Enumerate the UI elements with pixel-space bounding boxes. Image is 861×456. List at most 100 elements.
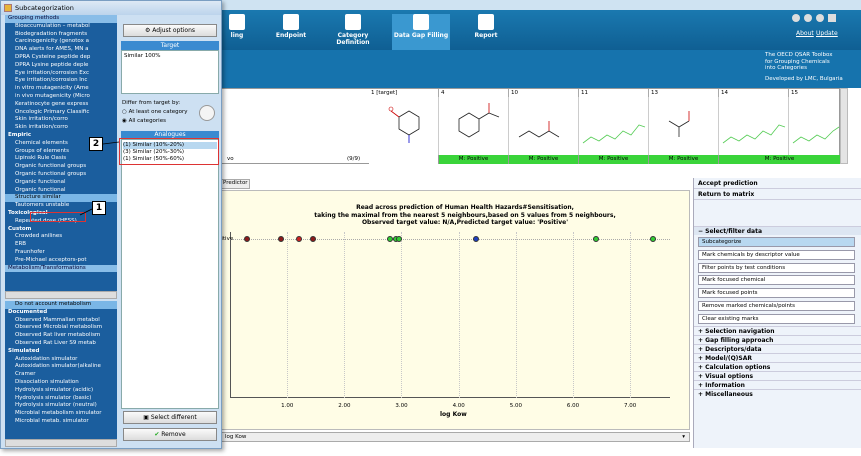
help-icon[interactable]	[792, 14, 800, 22]
analogue-item[interactable]: (1) Similar (10%-20%)	[123, 142, 217, 149]
toolbar-report-button[interactable]: Report	[466, 14, 506, 50]
data-point[interactable]	[395, 236, 402, 242]
matrix-header-target[interactable]: 1 [target]	[369, 89, 439, 97]
structure-cell-4[interactable]	[439, 97, 509, 155]
tree-item[interactable]: Organic functional	[5, 179, 117, 187]
tree-item[interactable]: Simulated	[5, 348, 117, 356]
update-link[interactable]: Update	[816, 30, 838, 37]
return-to-matrix-link[interactable]: Return to matrix	[694, 189, 861, 200]
tree-item[interactable]: Observed Rat liver metabolism	[5, 332, 117, 340]
radio-all-categories[interactable]: ◉ All categories	[122, 118, 166, 124]
prediction-cell[interactable]: M: Positive	[649, 155, 719, 164]
tree-item[interactable]: Metabolism/Transformations	[5, 264, 117, 273]
tree-item[interactable]: DPRA Cysteine peptide dep	[5, 54, 117, 62]
matrix-header-15[interactable]: 15	[789, 89, 841, 97]
data-point[interactable]	[649, 236, 656, 242]
tree2-horizontal-scrollbar[interactable]	[5, 439, 117, 447]
tree-item[interactable]: Cramer	[5, 371, 117, 379]
toolbar-data-gap-filling-button[interactable]: Data Gap Filling	[392, 14, 450, 50]
tree-item[interactable]: Hydrolysis simulator (acidic)	[5, 387, 117, 395]
tab-predictor[interactable]: Predictor	[220, 179, 250, 189]
tree-item[interactable]: ERB	[5, 241, 117, 249]
apply-icon[interactable]	[199, 105, 215, 121]
tree-item[interactable]: Keratinocyte gene express	[5, 101, 117, 109]
wrench-icon[interactable]	[827, 14, 836, 22]
tree-item[interactable]: Documented	[5, 309, 117, 317]
tree-item[interactable]: in vitro mutagenicity (Ame	[5, 85, 117, 93]
tree-item[interactable]: Microbial metab. simulator	[5, 418, 117, 426]
data-point[interactable]	[592, 236, 599, 242]
section-descriptors-data[interactable]: + Descriptors/data	[694, 344, 861, 353]
tree-item[interactable]: Oncologic Primary Classific	[5, 109, 117, 117]
filter-points-button[interactable]: Filter points by test conditions	[698, 263, 855, 273]
data-point[interactable]	[309, 236, 316, 242]
section-information[interactable]: + Information	[694, 380, 861, 389]
x-descriptor-select[interactable]: log Kow ▾	[220, 432, 690, 442]
matrix-header-4[interactable]: 4	[439, 89, 509, 97]
matrix-header-10[interactable]: 10	[509, 89, 579, 97]
select-different-button[interactable]: ▣ Select different	[123, 411, 217, 424]
close-icon[interactable]	[815, 14, 824, 22]
toolbar-profiling-button[interactable]: ling	[222, 14, 252, 50]
prediction-cell-target[interactable]	[369, 155, 439, 164]
tree-item[interactable]: Dissociation simulation	[5, 379, 117, 387]
mark-focused-points-button[interactable]: Mark focused points	[698, 288, 855, 298]
tree-item[interactable]: Eye irritation/corrosion Inc	[5, 77, 117, 85]
mark-focused-chemical-button[interactable]: Mark focused chemical	[698, 275, 855, 285]
structure-cell-14[interactable]	[719, 97, 789, 155]
tree-item[interactable]: Pre-Michael acceptors-pot	[5, 257, 117, 265]
clear-marks-button[interactable]: Clear existing marks	[698, 314, 855, 324]
structure-cell-15[interactable]	[789, 97, 841, 155]
structure-cell-10[interactable]	[509, 97, 579, 155]
tree-item[interactable]: Skin irritation/corro	[5, 124, 117, 132]
tree-item[interactable]: Autoxidation simulator(alkaline	[5, 363, 117, 371]
tree-item[interactable]: Carcinogenicity (genotox a	[5, 38, 117, 46]
radio-at-least-one[interactable]: ○ At least one category	[122, 109, 187, 115]
tree-item[interactable]: Organic functional groups	[5, 171, 117, 179]
tree-item[interactable]: Observed Microbial metabolism	[5, 324, 117, 332]
about-link[interactable]: About	[796, 30, 814, 37]
tree-item[interactable]: Do not account metabolism	[5, 301, 117, 309]
tree-item[interactable]: Bioaccumulation – metabol	[5, 23, 117, 31]
select-filter-section[interactable]: − Select/filter data	[694, 226, 861, 235]
prediction-cell[interactable]: M: Positive	[439, 155, 509, 164]
prediction-cell[interactable]: M: Positive	[579, 155, 649, 164]
section-selection-navigation[interactable]: + Selection navigation	[694, 326, 861, 335]
analogue-item[interactable]: (3) Similar (20%-30%)	[123, 149, 217, 156]
section-visual-options[interactable]: + Visual options	[694, 371, 861, 380]
tree-item[interactable]: Fraunhofer	[5, 249, 117, 257]
data-point[interactable]	[472, 236, 479, 242]
accept-prediction-link[interactable]: Accept prediction	[694, 178, 861, 189]
remove-button[interactable]: ✔ Remove	[123, 428, 217, 441]
section-miscellaneous[interactable]: + Miscellaneous	[694, 389, 861, 398]
tree-item[interactable]: Organic functional groups	[5, 163, 117, 171]
analogue-item[interactable]: (1) Similar (50%-60%)	[123, 156, 217, 163]
tree-item[interactable]: Custom	[5, 226, 117, 234]
mark-by-descriptor-button[interactable]: Mark chemicals by descriptor value	[698, 250, 855, 260]
tree-item[interactable]: Grouping methods	[5, 15, 117, 23]
subcategorize-button[interactable]: Subcategorize	[698, 237, 855, 247]
tree-item[interactable]: Organic functional	[5, 187, 117, 195]
structure-cell-13[interactable]	[649, 97, 719, 155]
tree-item[interactable]: DPRA Lysine peptide deple	[5, 62, 117, 70]
prediction-cell[interactable]: M: Positive	[509, 155, 579, 164]
tree-item[interactable]: Crowded anilines	[5, 233, 117, 241]
matrix-header-14[interactable]: 14	[719, 89, 789, 97]
tree-item[interactable]: Autoxidation simulator	[5, 356, 117, 364]
section-gap-filling-approach[interactable]: + Gap filling approach	[694, 335, 861, 344]
tree-item[interactable]: Observed Mammalian metabol	[5, 317, 117, 325]
toolbar-category-definition-button[interactable]: Category Definition	[322, 14, 384, 50]
matrix-header-11[interactable]: 11	[579, 89, 649, 97]
structure-cell-11[interactable]	[579, 97, 649, 155]
tree-item[interactable]: Eye irritation/corrosion Exc	[5, 70, 117, 78]
structure-cell-target[interactable]	[369, 97, 439, 155]
chevron-down-icon[interactable]: ▾	[682, 433, 685, 441]
matrix-header-13[interactable]: 13	[649, 89, 719, 97]
data-point[interactable]	[295, 236, 302, 242]
tree-item[interactable]: Skin irritation/corro	[5, 116, 117, 124]
matrix-scrollbar[interactable]	[840, 88, 848, 164]
tree-item[interactable]: Hydrolysis simulator (basic)	[5, 395, 117, 403]
section-model-qsar[interactable]: + Model/(Q)SAR	[694, 353, 861, 362]
tree-item[interactable]: Biodegradation fragments	[5, 31, 117, 39]
tree-item[interactable]: DNA alerts for AMES, MN a	[5, 46, 117, 54]
